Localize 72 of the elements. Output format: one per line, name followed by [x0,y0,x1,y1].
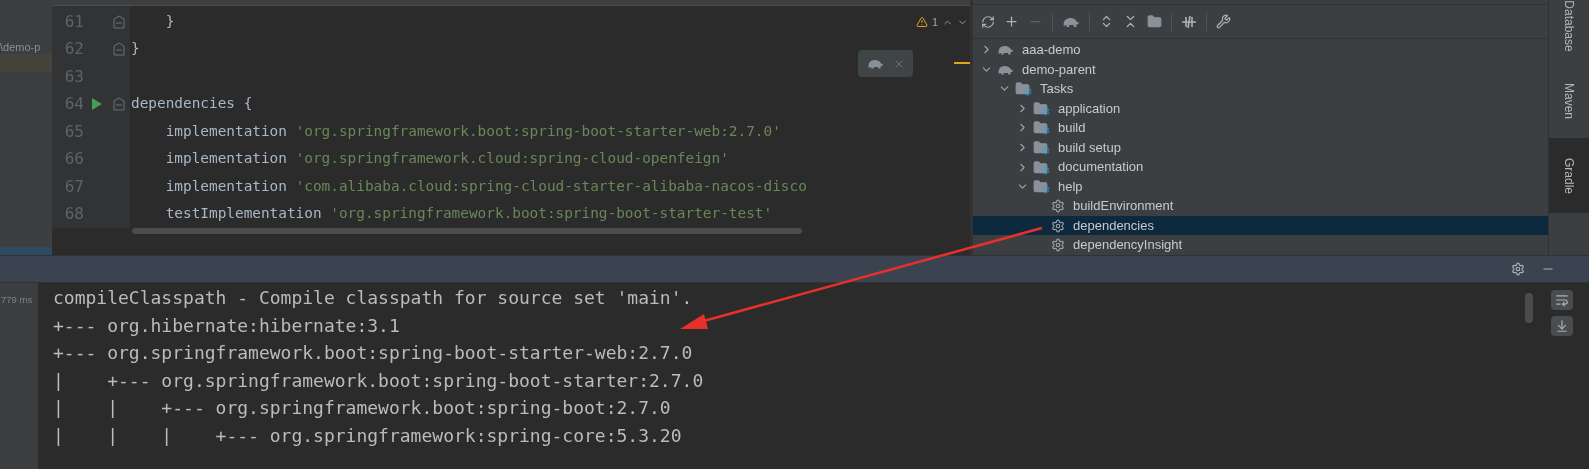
folder-icon[interactable] [1147,14,1162,29]
tree-item[interactable]: documentation [973,157,1548,177]
gear-icon [1051,199,1065,214]
tree-label: demo-parent [1022,60,1096,79]
code-line: dependencies { [131,94,253,114]
fold-icon[interactable] [113,42,125,57]
elephant-reload-icon [866,57,884,70]
folder-gear-icon [1033,100,1050,116]
tree-label: help [1058,177,1083,196]
selected-row-highlight [0,247,52,255]
tree-label: Tasks [1040,80,1074,99]
code-line: } [131,39,140,59]
wrap-icon [1555,293,1569,307]
tree-item[interactable]: aaa-demo [973,40,1548,60]
side-tab[interactable]: Database [1548,0,1589,63]
console-line: | | +--- org.springframework.boot:spring-boot:2.7.0 [53,396,671,421]
code-line: testImplementation 'org.springframework.boot:spring-boot-starter-test' [164,204,773,224]
folder-gear-icon [1033,179,1050,195]
scroll-to-end-button[interactable] [1551,316,1573,336]
tree-item[interactable]: dependencies [973,215,1548,236]
scrollbar-thumb[interactable] [132,228,802,234]
fold-icon[interactable] [113,14,125,29]
soft-wrap-button[interactable] [1551,290,1573,310]
tree-label: documentation [1058,158,1144,177]
gear-icon [1051,238,1065,253]
code-line: implementation 'com.alibaba.cloud:spring-cloud-starter-alibaba-nacos-disco [164,176,807,196]
console-line: +--- org.springframework.boot:spring-boot-starter-web:2.7.0 [53,341,693,366]
tree-item[interactable]: dependencyInsight [973,235,1548,255]
elephant-icon [997,43,1014,57]
scrollbar-thumb[interactable] [1525,293,1533,323]
gradle-reload-popup[interactable] [858,50,913,77]
run-icon[interactable] [91,97,103,112]
console-line: compileClasspath - Compile classpath for source set 'main'. [53,286,693,311]
settings-icon[interactable] [1511,262,1525,276]
project-path: \demo-p [0,41,41,53]
side-tab[interactable]: Gradle [1548,138,1589,213]
tree-item[interactable]: build [973,118,1548,138]
settings-icon[interactable] [1216,14,1231,29]
tree-label: build setup [1058,138,1121,157]
tree-item[interactable]: buildEnvironment [973,196,1548,216]
tree-item[interactable]: help [973,176,1548,197]
folder-gear-icon [1033,140,1050,155]
code-line: implementation 'org.springframework.boot:spring-boot-starter-web:2.7.0' [164,121,781,141]
console-line: | +--- org.springframework.boot:spring-boot-starter:2.7.0 [53,368,704,393]
elephant-icon [1062,15,1080,28]
refresh-icon[interactable] [981,14,995,29]
tree-label: buildEnvironment [1073,197,1174,216]
console-line: +--- org.hibernate:hibernate:3.1 [53,313,400,338]
tree-label: application [1058,99,1121,118]
folder-gear-icon [1015,81,1032,97]
warning-count: 1 [931,15,938,30]
tree-item[interactable]: build setup [973,137,1548,158]
tree-item[interactable]: demo-parent [973,59,1548,80]
gear-icon [1051,218,1065,233]
code-line: implementation 'org.springframework.cloud:spring-cloud-openfeign' [164,149,729,169]
console-line: | | | +--- org.springframework:spring-core:5.3.20 [53,423,682,448]
warning-icon [915,16,928,29]
elapsed-time: 779 ms [0,293,34,307]
folder-gear-icon [1033,159,1050,175]
code-line: } [164,11,175,31]
side-tab[interactable]: Maven [1548,63,1589,138]
split-icon[interactable] [1181,14,1197,29]
tree-item[interactable]: Tasks [973,79,1548,99]
arrow-down-icon [1555,319,1569,333]
folder-gear-icon [1033,120,1050,136]
fold-icon[interactable] [113,97,125,112]
tree-label: dependencyInsight [1073,236,1183,255]
tree-label: build [1058,119,1086,138]
tree-label: aaa-demo [1022,41,1081,59]
tree-item[interactable]: application [973,98,1548,119]
tree-label: dependencies [1073,216,1154,235]
add-icon[interactable] [1004,14,1019,29]
